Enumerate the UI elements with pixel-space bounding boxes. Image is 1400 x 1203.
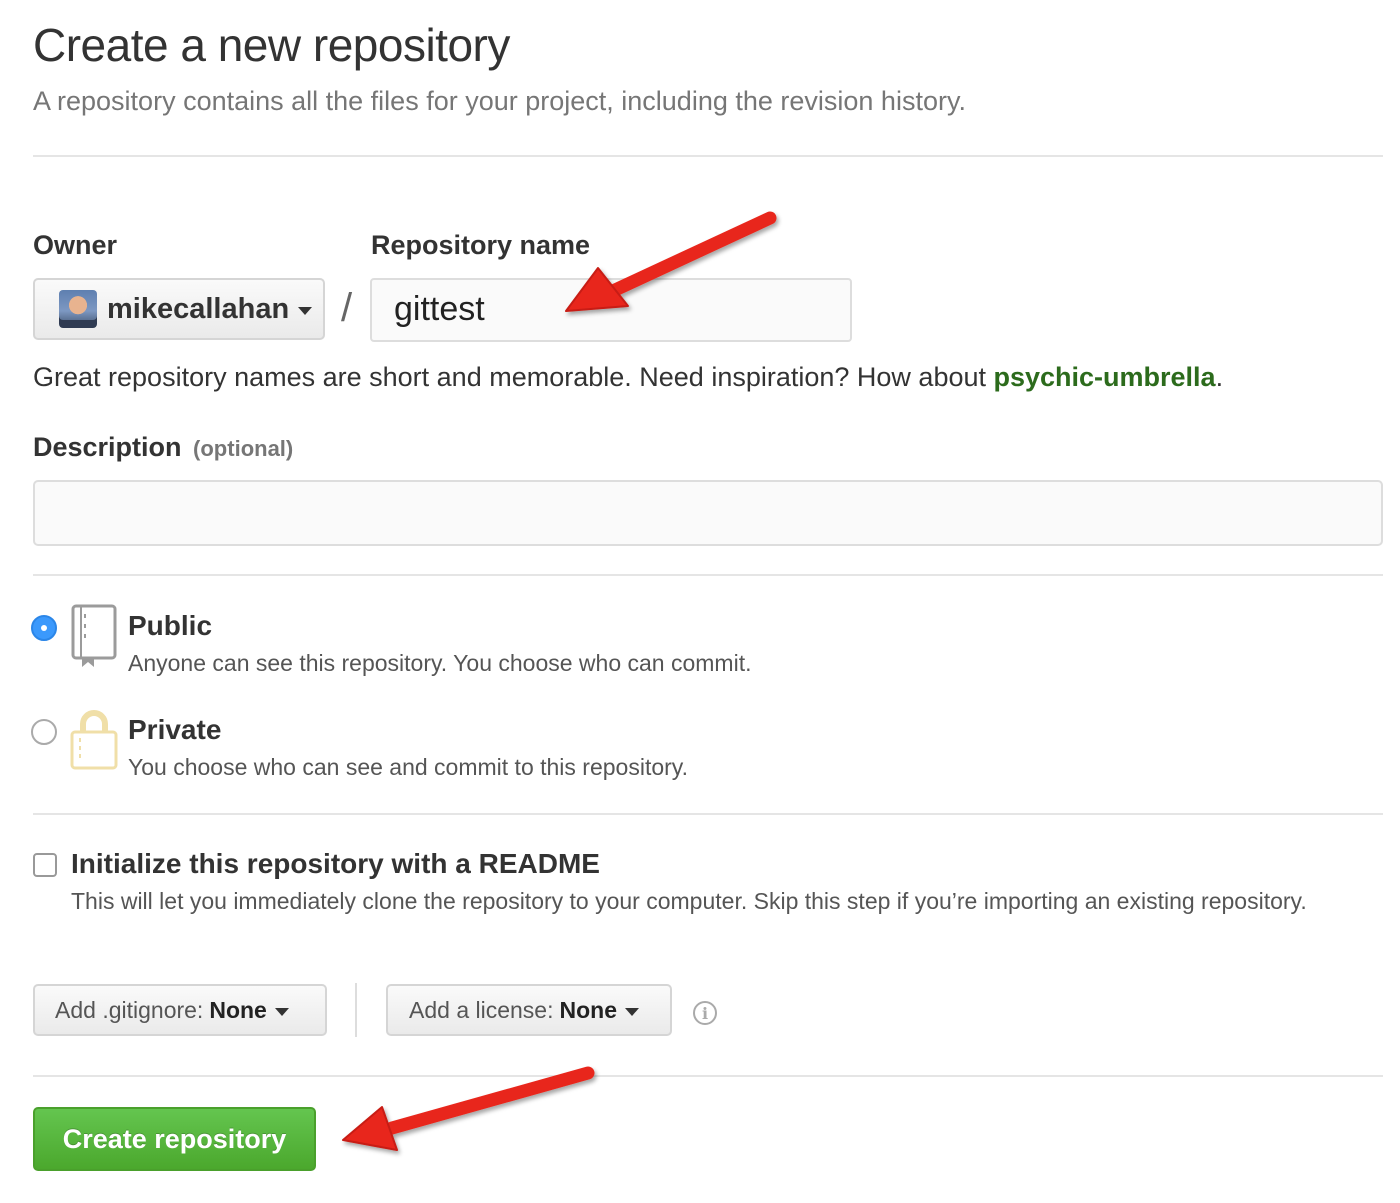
annotation-arrow (342, 1066, 595, 1151)
annotation-arrow (565, 211, 777, 312)
annotation-arrows (342, 211, 777, 1151)
